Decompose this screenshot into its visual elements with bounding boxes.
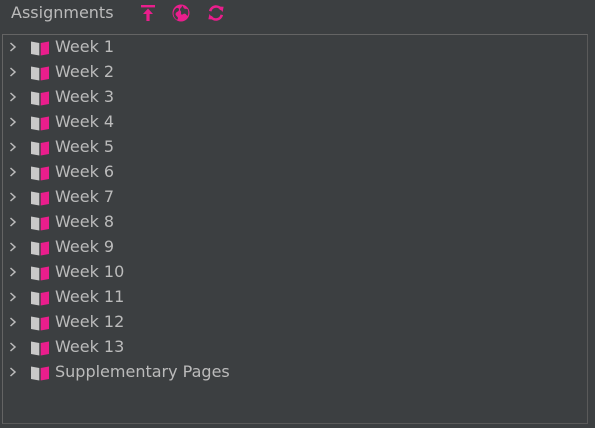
tree-item[interactable]: Week 11 [3,285,587,310]
chevron-right-icon[interactable] [7,291,19,303]
panel-title: Assignments [11,3,114,22]
tree-item[interactable]: Week 13 [3,335,587,360]
chevron-right-icon[interactable] [7,316,19,328]
book-icon [31,366,49,381]
chevron-right-icon[interactable] [7,66,19,78]
tree-item[interactable]: Week 1 [3,35,587,60]
globe-icon [172,4,190,22]
tree-item-label: Week 3 [55,87,115,106]
globe-button[interactable] [171,3,191,23]
assignments-panel: Assignments Week 1 Week 2 Week 3 Week 4 We [0,0,595,428]
upload-icon [141,5,155,21]
tree-item-label: Week 11 [55,287,125,306]
chevron-right-icon[interactable] [7,191,19,203]
book-icon [31,316,49,331]
tree-item-label: Week 8 [55,212,115,231]
tree-item-label: Week 10 [55,262,125,281]
tree-item-label: Week 7 [55,187,115,206]
chevron-right-icon[interactable] [7,141,19,153]
book-icon [31,41,49,56]
chevron-right-icon[interactable] [7,366,19,378]
book-icon [31,291,49,306]
book-icon [31,341,49,356]
tree-item[interactable]: Week 6 [3,160,587,185]
tree-item-label: Week 4 [55,112,115,131]
chevron-right-icon[interactable] [7,41,19,53]
chevron-right-icon[interactable] [7,216,19,228]
tree-item-label: Week 13 [55,337,125,356]
chevron-right-icon[interactable] [7,91,19,103]
assignment-tree: Week 1 Week 2 Week 3 Week 4 Week 5 Week 6 Week… [2,34,588,424]
book-icon [31,166,49,181]
tree-item-label: Week 2 [55,62,115,81]
tree-item[interactable]: Supplementary Pages [3,360,587,385]
book-icon [31,216,49,231]
refresh-icon [208,5,224,21]
book-icon [31,266,49,281]
tree-item[interactable]: Week 9 [3,235,587,260]
chevron-right-icon[interactable] [7,116,19,128]
book-icon [31,91,49,106]
tree-item[interactable]: Week 4 [3,110,587,135]
tree-item[interactable]: Week 8 [3,210,587,235]
tree-item[interactable]: Week 7 [3,185,587,210]
panel-header: Assignments [0,0,595,30]
tree-item[interactable]: Week 12 [3,310,587,335]
refresh-button[interactable] [206,3,226,23]
book-icon [31,241,49,256]
tree-item-label: Supplementary Pages [55,362,230,381]
chevron-right-icon[interactable] [7,241,19,253]
tree-item-label: Week 12 [55,312,125,331]
chevron-right-icon[interactable] [7,166,19,178]
tree-item[interactable]: Week 2 [3,60,587,85]
chevron-right-icon[interactable] [7,266,19,278]
book-icon [31,66,49,81]
book-icon [31,141,49,156]
book-icon [31,191,49,206]
tree-item-label: Week 9 [55,237,115,256]
tree-item[interactable]: Week 10 [3,260,587,285]
chevron-right-icon[interactable] [7,341,19,353]
tree-item-label: Week 5 [55,137,115,156]
upload-button[interactable] [138,3,158,23]
tree-item-label: Week 1 [55,37,115,56]
book-icon [31,116,49,131]
tree-item-label: Week 6 [55,162,115,181]
tree-item[interactable]: Week 5 [3,135,587,160]
tree-item[interactable]: Week 3 [3,85,587,110]
